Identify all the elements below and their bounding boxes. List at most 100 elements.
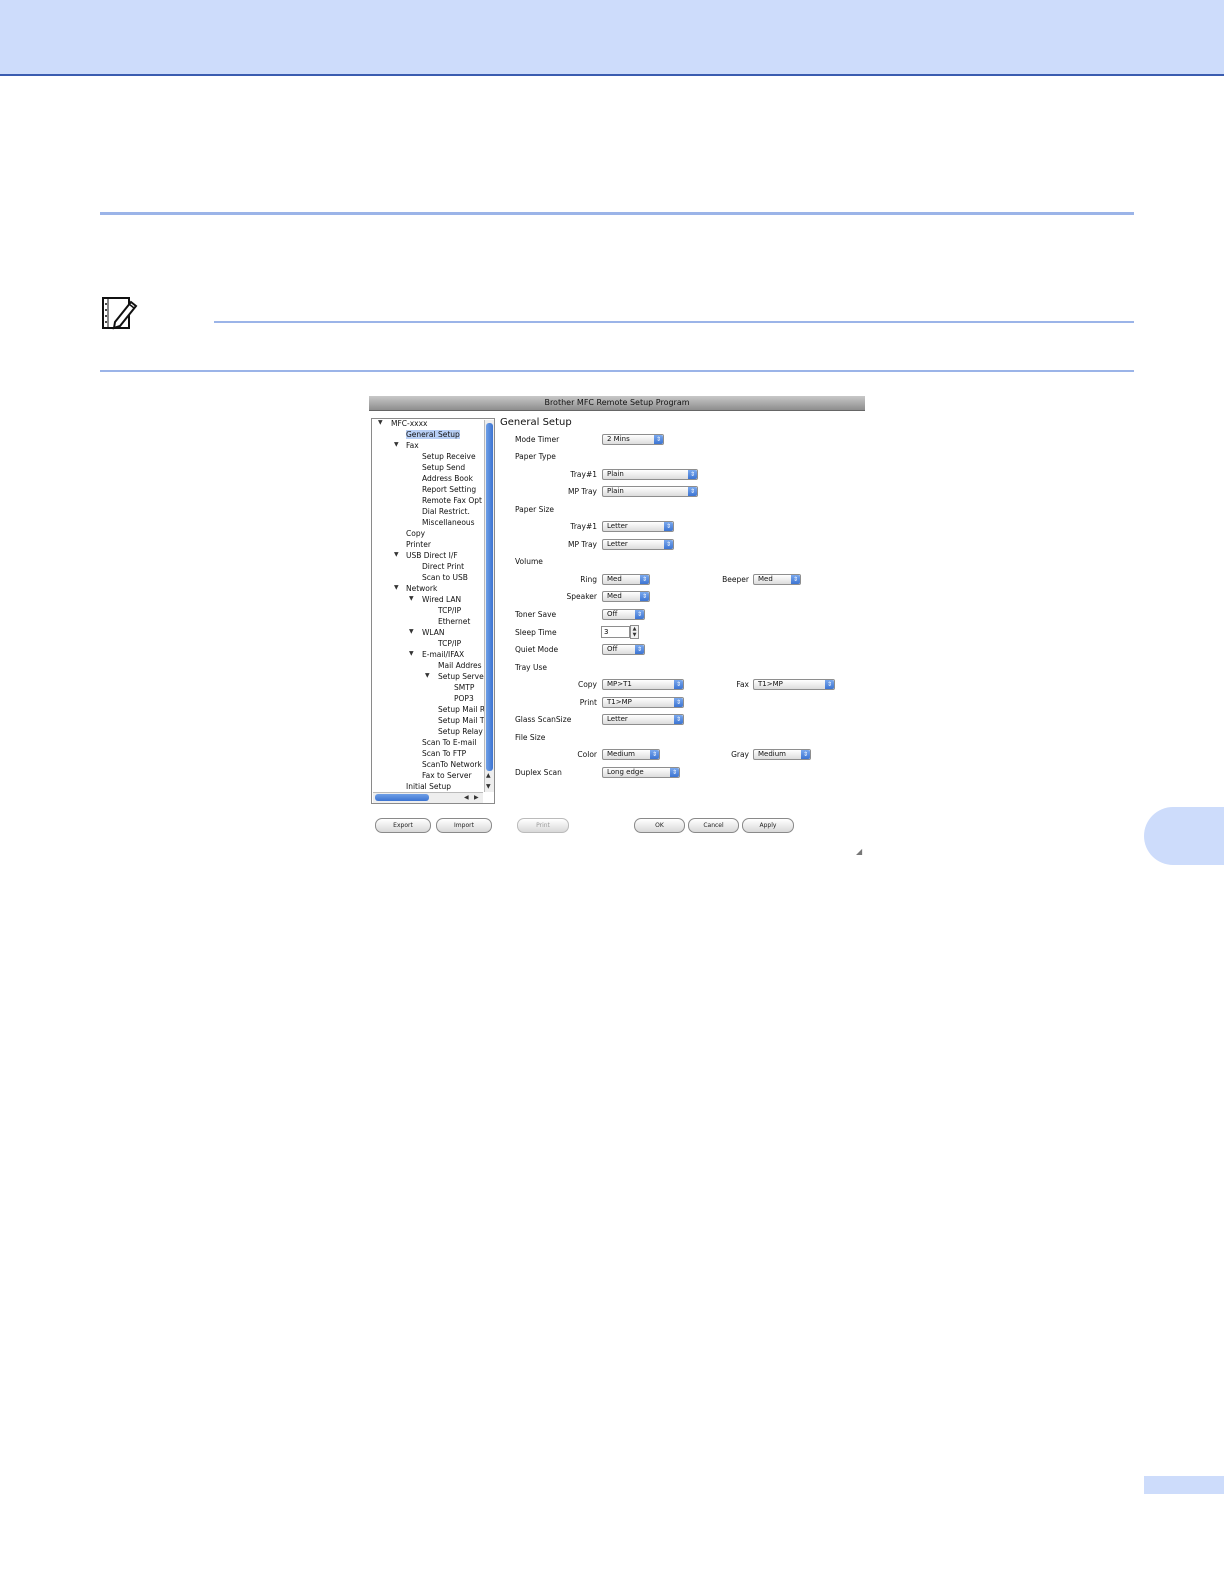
tree-item[interactable]: E-mail/IFAX: [422, 650, 464, 660]
tree-item[interactable]: SMTP: [454, 683, 474, 693]
mode-timer-select[interactable]: 2 Mins ⇕: [602, 434, 664, 445]
tree-item[interactable]: Setup Mail T: [438, 716, 484, 726]
cancel-button[interactable]: Cancel: [688, 818, 739, 833]
duplex-scan-label: Duplex Scan: [515, 768, 562, 777]
file-size-color-select[interactable]: Medium ⇕: [602, 749, 660, 760]
tree-item[interactable]: WLAN: [422, 628, 445, 638]
paper-size-mp-tray-select[interactable]: Letter ⇕: [602, 539, 674, 550]
tree-item[interactable]: Setup Serve: [438, 672, 484, 682]
tree-item[interactable]: USB Direct I/F: [406, 551, 458, 561]
scroll-down-icon[interactable]: ▼: [486, 783, 491, 790]
expand-arrow-icon[interactable]: ▼: [394, 584, 399, 591]
tray-use-print-select[interactable]: T1>MP ⇕: [602, 697, 684, 708]
resize-grip-icon[interactable]: ◢: [856, 848, 864, 856]
tree-item[interactable]: Mail Addres: [438, 661, 482, 671]
tree-item[interactable]: Setup Receive: [422, 452, 476, 462]
tree-item[interactable]: Miscellaneous: [422, 518, 475, 528]
tree-horizontal-scrollbar[interactable]: ◀ ▶: [373, 792, 483, 803]
tree-item[interactable]: Ethernet: [438, 617, 470, 627]
tree-item[interactable]: MFC-xxxx: [391, 419, 427, 429]
tree-item[interactable]: Address Book: [422, 474, 473, 484]
tray-use-copy-select[interactable]: MP>T1 ⇕: [602, 679, 684, 690]
ok-button[interactable]: OK: [634, 818, 685, 833]
note-top-rule: [214, 321, 1134, 323]
export-button[interactable]: Export: [375, 818, 431, 833]
popup-arrows-icon: ⇕: [635, 610, 644, 619]
volume-ring-label: Ring: [580, 575, 597, 584]
volume-beeper-select[interactable]: Med ⇕: [753, 574, 801, 585]
tree-item[interactable]: Report Setting: [422, 485, 476, 495]
quiet-mode-label: Quiet Mode: [515, 645, 559, 654]
dialog-titlebar: Brother MFC Remote Setup Program: [369, 396, 865, 411]
paper-type-tray1-select[interactable]: Plain ⇕: [602, 469, 698, 480]
popup-arrows-icon: ⇕: [635, 645, 644, 654]
volume-beeper-label: Beeper: [722, 575, 749, 584]
volume-speaker-label: Speaker: [566, 592, 597, 601]
tree-item[interactable]: Dial Restrict.: [422, 507, 470, 517]
tree-item[interactable]: Scan To FTP: [422, 749, 466, 759]
tree-item[interactable]: Network: [406, 584, 437, 594]
scroll-up-icon[interactable]: ▲: [486, 772, 491, 779]
tree-item[interactable]: POP3: [454, 694, 474, 704]
tree-item[interactable]: ScanTo Network: [422, 760, 482, 770]
tree-item[interactable]: Scan to USB: [422, 573, 468, 583]
expand-arrow-icon[interactable]: ▼: [394, 441, 399, 448]
popup-arrows-icon: ⇕: [674, 698, 683, 707]
sleep-time-stepper[interactable]: ▲ ▼: [630, 625, 639, 639]
paper-type-mp-tray-select[interactable]: Plain ⇕: [602, 486, 698, 497]
horizontal-scroll-thumb[interactable]: [375, 794, 429, 801]
tree-item[interactable]: Scan To E-mail: [422, 738, 476, 748]
duplex-scan-select[interactable]: Long edge ⇕: [602, 767, 680, 778]
toner-save-select[interactable]: Off ⇕: [602, 609, 645, 620]
tree-item[interactable]: TCP/IP: [438, 606, 461, 616]
tree-item[interactable]: Fax: [406, 441, 419, 451]
expand-arrow-icon[interactable]: ▼: [409, 650, 414, 657]
tree-item[interactable]: Setup Relay: [438, 727, 483, 737]
vertical-scroll-thumb[interactable]: [486, 423, 493, 771]
tree-item[interactable]: Setup Send: [422, 463, 465, 473]
popup-arrows-icon: ⇕: [791, 575, 800, 584]
tree-item[interactable]: Remote Fax Opt: [422, 496, 482, 506]
tray-use-fax-label: Fax: [736, 680, 749, 689]
tray-use-fax-select[interactable]: T1>MP ⇕: [753, 679, 835, 690]
tree-item[interactable]: Setup Mail R: [438, 705, 485, 715]
tree-item[interactable]: Direct Print: [422, 562, 464, 572]
tray-use-print-label: Print: [579, 698, 597, 707]
tree-item[interactable]: Copy: [406, 529, 425, 539]
glass-scan-size-select[interactable]: Letter ⇕: [602, 714, 684, 725]
volume-speaker-select[interactable]: Med ⇕: [602, 591, 650, 602]
file-size-gray-label: Gray: [731, 750, 749, 759]
paper-size-tray1-label: Tray#1: [570, 522, 597, 531]
tree-item-selected[interactable]: General Setup: [406, 430, 460, 440]
tree-item[interactable]: TCP/IP: [438, 639, 461, 649]
apply-button[interactable]: Apply: [742, 818, 794, 833]
volume-label: Volume: [515, 557, 543, 566]
popup-arrows-icon: ⇕: [688, 470, 697, 479]
expand-arrow-icon[interactable]: ▼: [394, 551, 399, 558]
sleep-time-input[interactable]: 3: [601, 626, 630, 638]
scroll-right-icon[interactable]: ▶: [474, 794, 479, 801]
tree-item[interactable]: Printer: [406, 540, 431, 550]
tree-item[interactable]: Fax to Server: [422, 771, 472, 781]
paper-type-mp-tray-label: MP Tray: [568, 487, 597, 496]
file-size-color-label: Color: [577, 750, 597, 759]
paper-size-tray1-select[interactable]: Letter ⇕: [602, 521, 674, 532]
print-button[interactable]: Print: [517, 818, 569, 833]
popup-arrows-icon: ⇕: [801, 750, 810, 759]
tree-vertical-scrollbar[interactable]: ▲ ▼: [484, 420, 494, 792]
note-bottom-rule: [100, 370, 1134, 372]
scroll-left-icon[interactable]: ◀: [464, 794, 469, 801]
paper-size-mp-tray-label: MP Tray: [568, 540, 597, 549]
expand-arrow-icon[interactable]: ▼: [409, 628, 414, 635]
popup-arrows-icon: ⇕: [674, 680, 683, 689]
expand-arrow-icon[interactable]: ▼: [425, 672, 430, 679]
settings-tree[interactable]: ▼ MFC-xxxx General Setup ▼ Fax Setup Rec…: [371, 418, 495, 804]
import-button[interactable]: Import: [436, 818, 492, 833]
volume-ring-select[interactable]: Med ⇕: [602, 574, 650, 585]
expand-arrow-icon[interactable]: ▼: [409, 595, 414, 602]
quiet-mode-select[interactable]: Off ⇕: [602, 644, 645, 655]
expand-arrow-icon[interactable]: ▼: [378, 419, 383, 426]
file-size-gray-select[interactable]: Medium ⇕: [753, 749, 811, 760]
tree-item[interactable]: Initial Setup: [406, 782, 451, 792]
tree-item[interactable]: Wired LAN: [422, 595, 461, 605]
